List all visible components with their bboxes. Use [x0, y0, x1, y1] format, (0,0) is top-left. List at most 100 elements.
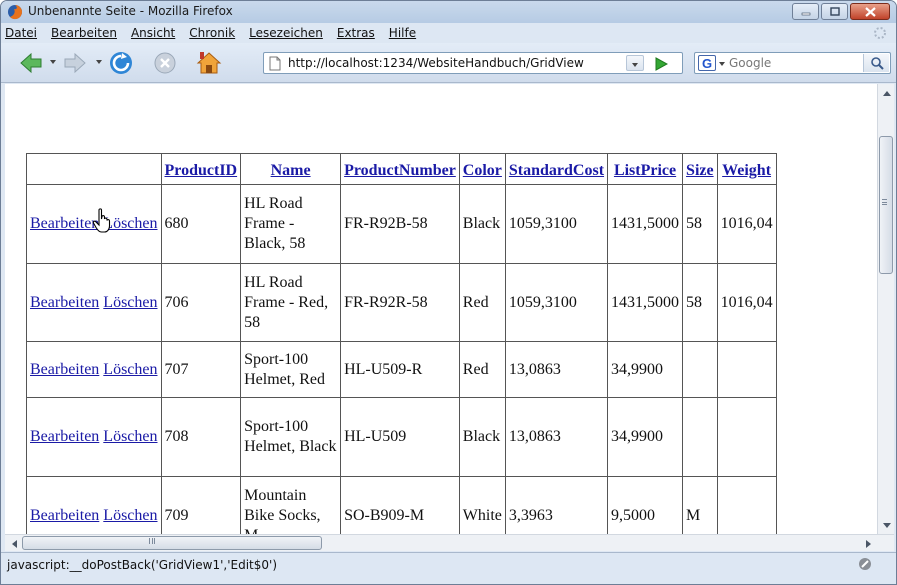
listprice-cell: 34,9900	[607, 397, 684, 477]
reload-icon[interactable]	[108, 50, 134, 76]
menu-lesezeichen[interactable]: Lesezeichen	[249, 26, 323, 40]
horizontal-scrollbar[interactable]	[5, 534, 894, 551]
edit-link[interactable]: Bearbeiten	[30, 294, 99, 311]
productid-cell: 680	[160, 184, 242, 264]
productid-cell: 707	[160, 341, 242, 398]
edit-link[interactable]: Bearbeiten	[30, 215, 99, 232]
listprice-cell: 1431,5000	[607, 184, 684, 264]
url-text[interactable]: http://localhost:1234/WebsiteHandbuch/Gr…	[288, 56, 623, 70]
menu-extras[interactable]: Extras	[337, 26, 375, 40]
maximize-button[interactable]	[821, 3, 848, 20]
color-cell: Red	[458, 341, 506, 398]
minimize-button[interactable]	[792, 3, 819, 20]
sort-link-productid[interactable]: ProductID	[165, 162, 238, 179]
color-cell: White	[458, 476, 506, 534]
productid-cell: 709	[160, 476, 242, 534]
menu-bearbeiten[interactable]: Bearbeiten	[51, 26, 117, 40]
color-cell: Red	[458, 263, 506, 342]
stop-icon[interactable]	[153, 51, 177, 75]
sort-link-size[interactable]: Size	[686, 162, 714, 179]
size-cell	[682, 397, 718, 477]
sort-link-name[interactable]: Name	[271, 162, 311, 179]
search-engine-icon[interactable]: G	[698, 55, 716, 71]
weight-cell	[716, 341, 777, 398]
address-bar[interactable]: http://localhost:1234/WebsiteHandbuch/Gr…	[263, 52, 683, 74]
productid-cell: 708	[160, 397, 242, 477]
throbber-icon	[874, 27, 886, 39]
sort-link-standardcost[interactable]: StandardCost	[509, 162, 604, 179]
weight-cell: 1016,04	[716, 184, 777, 264]
name-cell: Mountain Bike Socks, M	[240, 476, 342, 534]
productnumber-cell: HL-U509-R	[340, 341, 460, 398]
go-icon[interactable]	[654, 57, 668, 71]
standardcost-cell: 13,0863	[504, 397, 609, 477]
column-header-productid: ProductID	[160, 153, 242, 185]
standardcost-cell: 3,3963	[504, 476, 609, 534]
firefox-icon	[8, 5, 23, 20]
productnumber-cell: FR-R92B-58	[340, 184, 460, 264]
home-icon[interactable]	[196, 51, 222, 75]
close-button[interactable]	[850, 3, 890, 20]
edit-link[interactable]: Bearbeiten	[30, 361, 99, 378]
search-input[interactable]: Google	[729, 56, 771, 70]
search-engine-dropdown[interactable]	[719, 62, 725, 66]
name-cell: HL Road Frame - Black, 58	[240, 184, 342, 264]
name-cell: Sport-100 Helmet, Red	[240, 341, 342, 398]
name-cell: Sport-100 Helmet, Black	[240, 397, 342, 477]
sort-link-weight[interactable]: Weight	[722, 162, 771, 179]
back-history-dropdown[interactable]	[50, 60, 56, 64]
standardcost-cell: 1059,3100	[504, 263, 609, 342]
back-icon[interactable]	[19, 52, 43, 74]
delete-link[interactable]: Löschen	[103, 428, 157, 445]
name-cell: HL Road Frame - Red, 58	[240, 263, 342, 342]
maximize-icon	[829, 7, 840, 16]
sort-link-color[interactable]: Color	[463, 162, 502, 179]
action-cell: Bearbeiten Löschen	[26, 341, 162, 398]
security-status-icon	[859, 558, 871, 570]
menu-hilfe[interactable]: Hilfe	[389, 26, 416, 40]
column-header-listprice: ListPrice	[607, 153, 684, 185]
productnumber-cell: SO-B909-M	[340, 476, 460, 534]
action-cell: Bearbeiten Löschen	[26, 397, 162, 477]
delete-link[interactable]: Löschen	[103, 507, 157, 524]
vertical-scrollbar[interactable]	[877, 84, 894, 534]
sort-link-productnumber[interactable]: ProductNumber	[344, 162, 456, 179]
column-header-name: Name	[240, 153, 342, 185]
action-cell: Bearbeiten Löschen	[26, 263, 162, 342]
url-history-dropdown[interactable]	[626, 55, 644, 71]
scroll-up-button[interactable]	[878, 84, 895, 101]
menu-ansicht[interactable]: Ansicht	[131, 26, 175, 40]
search-bar[interactable]: G Google	[694, 52, 891, 74]
close-icon	[864, 6, 876, 17]
scroll-left-button[interactable]	[5, 535, 22, 552]
search-button[interactable]	[863, 54, 889, 72]
table-row: Bearbeiten Löschen 706 HL Road Frame - R…	[26, 263, 777, 342]
menu-datei[interactable]: Datei	[5, 26, 37, 40]
edit-link[interactable]: Bearbeiten	[30, 507, 99, 524]
status-bar: javascript:__doPostBack('GridView1','Edi…	[1, 552, 896, 584]
delete-link[interactable]: Löschen	[103, 294, 157, 311]
browser-window: Unbenannte Seite - Mozilla Firefox Datei…	[0, 0, 897, 585]
menu-chronik[interactable]: Chronik	[189, 26, 235, 40]
chevron-left-icon	[11, 539, 17, 548]
edit-link[interactable]: Bearbeiten	[30, 428, 99, 445]
forward-icon[interactable]	[63, 52, 87, 74]
vertical-scroll-thumb[interactable]	[879, 136, 893, 274]
window-controls	[792, 3, 890, 20]
window-title: Unbenannte Seite - Mozilla Firefox	[28, 4, 233, 18]
color-cell: Black	[458, 397, 506, 477]
forward-history-dropdown[interactable]	[96, 60, 102, 64]
products-gridview: ProductID Name ProductNumber Color Stand…	[26, 153, 777, 534]
productid-cell: 706	[160, 263, 242, 342]
delete-link[interactable]: Löschen	[103, 361, 157, 378]
page-content: ProductID Name ProductNumber Color Stand…	[5, 84, 877, 534]
weight-cell	[716, 476, 777, 534]
scroll-right-button[interactable]	[860, 535, 877, 552]
table-row: Bearbeiten Löschen 707 Sport-100 Helmet,…	[26, 341, 777, 398]
scroll-down-button[interactable]	[878, 517, 895, 534]
column-header-color: Color	[458, 153, 506, 185]
sort-link-listprice[interactable]: ListPrice	[614, 162, 676, 179]
productnumber-cell: FR-R92R-58	[340, 263, 460, 342]
horizontal-scroll-thumb[interactable]	[22, 536, 322, 550]
table-row: Bearbeiten Löschen 680 HL Road Frame - B…	[26, 184, 777, 264]
